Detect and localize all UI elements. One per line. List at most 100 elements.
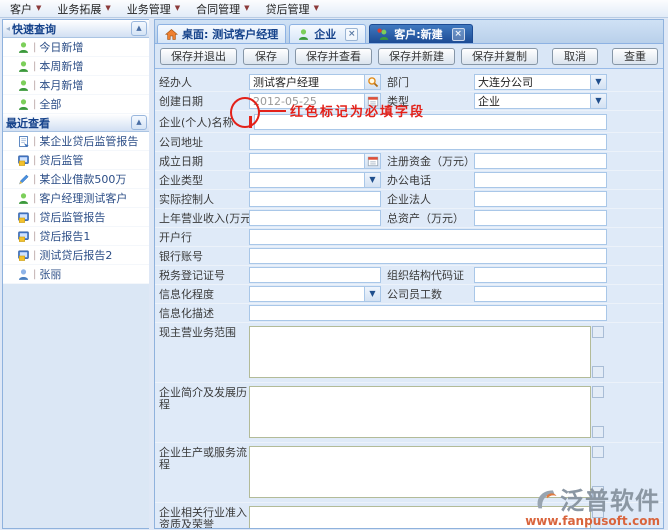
- field-label: 银行账号: [155, 248, 249, 264]
- text-input[interactable]: [474, 191, 607, 207]
- text-input[interactable]: [474, 210, 607, 226]
- close-icon[interactable]: ×: [345, 28, 358, 41]
- text-input[interactable]: [249, 267, 381, 283]
- sidebar-item-label: 贷后监管报告: [39, 209, 105, 225]
- field-label: 总资产（万元）: [381, 210, 474, 226]
- chevron-down-icon[interactable]: ▼: [365, 286, 381, 302]
- scroll-up-button[interactable]: [592, 386, 604, 398]
- field-label: 企业法人: [381, 191, 474, 207]
- calendar-icon[interactable]: [365, 153, 381, 169]
- chevron-down-icon[interactable]: ▼: [365, 172, 381, 188]
- text-input[interactable]: [474, 286, 607, 302]
- scroll-up-button[interactable]: [592, 326, 604, 338]
- sidebar-item[interactable]: |本月新增: [3, 76, 150, 95]
- menubar-item[interactable]: 业务管理▼: [127, 1, 180, 17]
- field-value: 大连分公司: [478, 74, 533, 90]
- form-row: 上年营业收入(万元)总资产（万元）: [155, 209, 663, 228]
- chevron-down-icon[interactable]: ▼: [591, 74, 607, 90]
- menubar-item[interactable]: 客户▼: [10, 1, 41, 17]
- form-row: 信息化程度▼公司员工数: [155, 285, 663, 304]
- collapse-up-icon[interactable]: ▲: [131, 21, 147, 36]
- chevron-left-icon: ◂: [6, 24, 10, 33]
- scroll-down-button[interactable]: [592, 366, 604, 378]
- select-input[interactable]: 企业: [474, 93, 591, 109]
- sidebar-item[interactable]: |本周新增: [3, 57, 150, 76]
- text-field: [249, 305, 607, 321]
- person-green-icon: [16, 40, 30, 54]
- sidebar-item[interactable]: |测试贷后报告2: [3, 246, 150, 265]
- monitor-icon: [16, 153, 30, 167]
- sidebar-item[interactable]: |某企业借款500万: [3, 170, 150, 189]
- text-input[interactable]: [249, 191, 381, 207]
- sidebar-item[interactable]: |张丽: [3, 265, 150, 284]
- close-icon[interactable]: ×: [452, 28, 465, 41]
- textarea-input[interactable]: [249, 326, 591, 378]
- field-label: 实际控制人: [155, 191, 249, 207]
- text-input[interactable]: [249, 305, 607, 321]
- field-label: 税务登记证号: [155, 267, 249, 283]
- sidebar-item-label: 客户经理测试客户: [39, 190, 127, 206]
- sidebar-item[interactable]: |贷后报告1: [3, 227, 150, 246]
- select-input[interactable]: [249, 286, 365, 302]
- menu-label: 客户: [10, 1, 32, 17]
- quick-search-header[interactable]: ◂ 快速查询 ▲: [3, 20, 150, 38]
- sidebar-item[interactable]: |贷后监管: [3, 151, 150, 170]
- lookup-input[interactable]: 测试客户经理: [249, 74, 365, 90]
- sidebar-item[interactable]: |贷后监管报告: [3, 208, 150, 227]
- save-new-button[interactable]: 保存并新建: [378, 48, 455, 65]
- cancel-button[interactable]: 取消: [552, 48, 598, 65]
- search-icon[interactable]: [365, 74, 381, 90]
- fanpu-swoosh-icon: [532, 486, 558, 515]
- text-input[interactable]: [474, 172, 607, 188]
- save-exit-button[interactable]: 保存并退出: [160, 48, 237, 65]
- lookup-field: 测试客户经理: [249, 74, 381, 90]
- save-button[interactable]: 保存: [243, 48, 289, 65]
- sidebar-item[interactable]: |全部: [3, 95, 150, 114]
- person-new-icon: [377, 28, 390, 41]
- required-note: 红色标记为必填字段: [290, 101, 425, 120]
- sidebar-item[interactable]: |客户经理测试客户: [3, 189, 150, 208]
- person-green-icon: [16, 97, 30, 111]
- text-input[interactable]: [249, 229, 607, 245]
- menubar-item[interactable]: 贷后管理▼: [266, 1, 319, 17]
- scroll-down-button[interactable]: [592, 426, 604, 438]
- form-row: 开户行: [155, 228, 663, 247]
- tab-customer-new[interactable]: 客户:新建×: [369, 24, 472, 43]
- sidebar-item[interactable]: |今日新增: [3, 38, 150, 57]
- select-input[interactable]: 大连分公司: [474, 74, 591, 90]
- person-green-icon: [297, 28, 310, 41]
- chevron-down-icon: ▼: [175, 5, 180, 12]
- text-input[interactable]: [474, 153, 607, 169]
- scroll-up-button[interactable]: [592, 446, 604, 458]
- text-field: [474, 172, 607, 188]
- caret-glyph: ▼: [595, 97, 601, 105]
- sidebar-item[interactable]: |某企业贷后监管报告: [3, 132, 150, 151]
- text-input[interactable]: [249, 210, 381, 226]
- field-label: 现主营业务范围: [155, 326, 249, 339]
- save-copy-button[interactable]: 保存并复制: [461, 48, 538, 65]
- date-input[interactable]: [249, 153, 365, 169]
- app-window: 客户▼业务拓展▼业务管理▼合同管理▼贷后管理▼ ◂ 快速查询 ▲ |今日新增|本…: [0, 0, 668, 530]
- save-view-button[interactable]: 保存并查看: [295, 48, 372, 65]
- text-field: [249, 134, 607, 150]
- collapse-up-icon[interactable]: ▲: [131, 115, 147, 130]
- sidebar: ◂ 快速查询 ▲ |今日新增|本周新增|本月新增|全部 最近查看 ▲ |某企业贷…: [2, 19, 151, 529]
- menubar-item[interactable]: 业务拓展▼: [57, 1, 110, 17]
- check-duplicate-button[interactable]: 查重: [612, 48, 658, 65]
- top-menubar: 客户▼业务拓展▼业务管理▼合同管理▼贷后管理▼: [0, 0, 668, 18]
- customer-form: 经办人测试客户经理部门大连分公司▼创建日期2012-05-25类型企业▼企业(个…: [155, 69, 663, 528]
- menubar-item[interactable]: 合同管理▼: [196, 1, 249, 17]
- text-input[interactable]: [249, 248, 607, 264]
- tab-enterprise[interactable]: 企业×: [289, 24, 366, 43]
- select-input[interactable]: [249, 172, 365, 188]
- monitor-icon: [16, 210, 30, 224]
- text-input[interactable]: [474, 267, 607, 283]
- person-blue-icon: [16, 267, 30, 281]
- person-green-icon: [16, 78, 30, 92]
- text-input[interactable]: [249, 134, 607, 150]
- tab-desktop[interactable]: 桌面: 测试客户经理: [157, 24, 286, 43]
- textarea-input[interactable]: [249, 386, 591, 438]
- recent-view-header[interactable]: 最近查看 ▲: [3, 114, 150, 132]
- tab-bar: 桌面: 测试客户经理企业×客户:新建×: [155, 20, 663, 44]
- chevron-down-icon[interactable]: ▼: [591, 93, 607, 109]
